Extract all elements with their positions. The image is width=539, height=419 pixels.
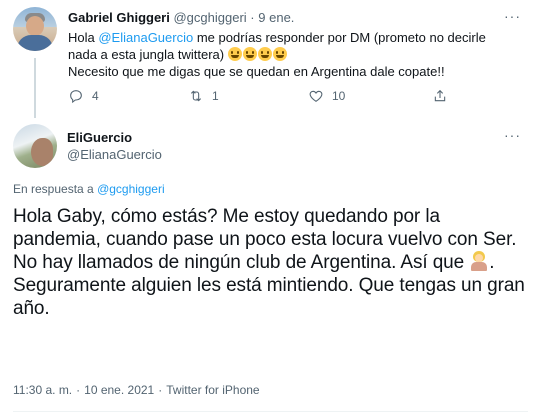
winking-face-icon [272,47,287,61]
tweet-text-paragraph1: Hola Gaby, cómo estás? Me estoy quedando… [13,206,517,250]
share-icon [434,89,446,102]
tweet-date[interactable]: 9 ene. [258,10,294,25]
reply-icon [70,90,82,104]
tweet-date[interactable]: 10 ene. 2021 [84,383,154,397]
heart-icon [309,90,323,102]
parent-tweet[interactable]: Gabriel Ghiggeri @gcghiggeri · 9 ene. ··… [0,0,539,118]
tweet-text-paragraph2: No hay llamados de ningún club de Argent… [13,252,470,273]
reply-context-label: En respuesta a [13,182,98,196]
tweet-text: Hola @ElianaGuercio me podrías responder… [68,29,508,80]
like-count: 10 [332,89,346,103]
author-avatar[interactable] [13,124,57,168]
grinning-face-icon [227,47,242,61]
tweet-text: Hola Gaby, cómo estás? Me estoy quedando… [13,205,528,320]
reply-button[interactable]: 4 [68,88,99,104]
tweet-source[interactable]: Twitter for iPhone [166,383,259,397]
more-options-icon[interactable]: ··· [504,8,521,24]
tweet-text-line2: Necesito que me digas que se quedan en A… [68,64,445,79]
divider [13,411,528,412]
author-avatar[interactable] [13,7,57,51]
separator-dot: · [158,383,163,397]
more-options-icon[interactable]: ··· [504,127,521,143]
tweet-time[interactable]: 11:30 a. m. [13,383,72,397]
person-shrugging-icon [469,251,489,271]
share-button[interactable] [432,88,448,104]
separator-dot: · [250,10,255,25]
mention-link[interactable]: @ElianaGuercio [98,30,193,45]
smiling-face-icon [257,47,272,61]
retweet-button[interactable]: 1 [188,88,219,104]
tweet-text-intro: Hola [68,30,99,45]
retweet-count: 1 [212,89,219,103]
author-handle[interactable]: @gcghiggeri [173,10,246,25]
separator-dot: · [76,383,81,397]
tweet-header: Gabriel Ghiggeri @gcghiggeri · 9 ene. [68,10,294,25]
like-button[interactable]: 10 [308,88,345,104]
reply-count: 4 [92,89,99,103]
retweet-icon [190,90,202,102]
reply-context: En respuesta a @gcghiggeri [13,182,165,196]
author-handle[interactable]: @ElianaGuercio [67,147,162,162]
author-name[interactable]: EliGuercio [67,130,132,145]
tweet-actions: 4 1 10 [68,88,468,106]
thread-connector-line [34,58,36,118]
author-name[interactable]: Gabriel Ghiggeri [68,10,170,25]
reply-mention-link[interactable]: @gcghiggeri [97,182,165,196]
tweet-metadata: 11:30 a. m. · 10 ene. 2021 · Twitter for iPh… [13,383,260,397]
grinning-squinting-face-icon [242,47,257,61]
